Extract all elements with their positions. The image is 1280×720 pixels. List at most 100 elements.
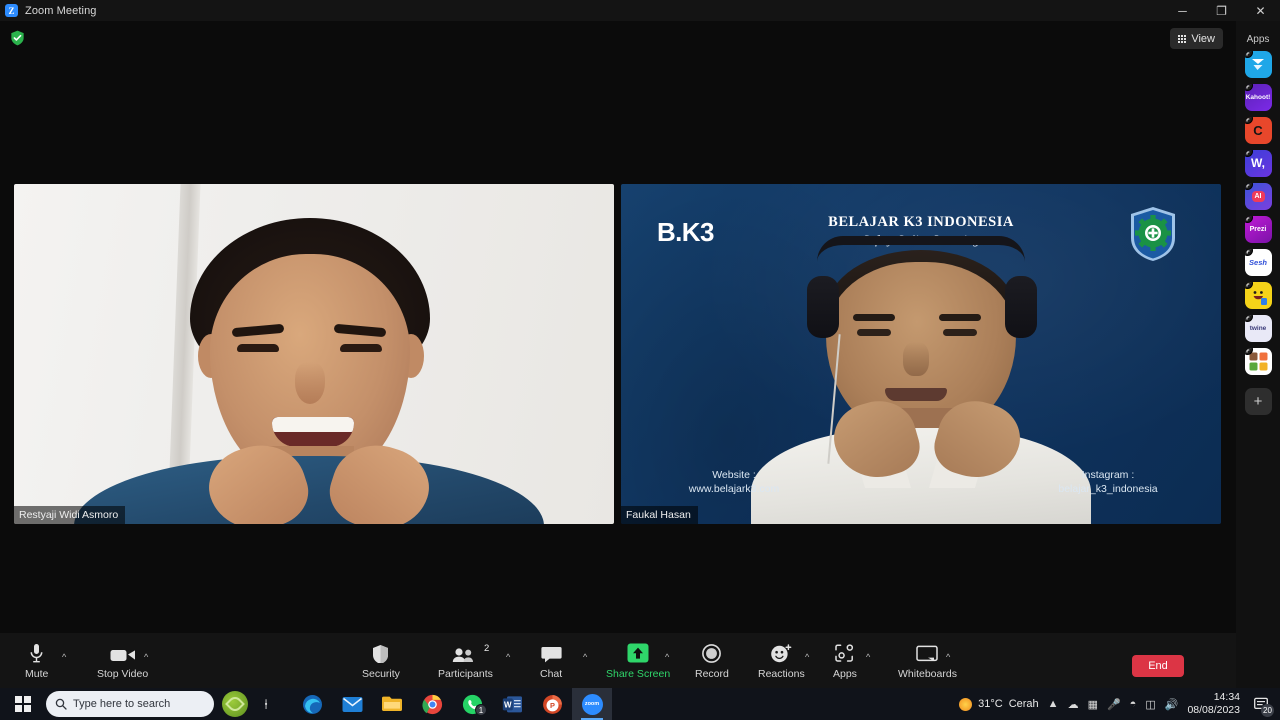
twine-app-icon[interactable]: + twine: [1244, 315, 1272, 342]
title-bar: Z Zoom Meeting ─ ❐ ✕: [0, 0, 1280, 21]
participants-label: Participants: [438, 668, 493, 680]
participant2-eyebrow-right: [939, 314, 981, 321]
windows-start-icon[interactable]: [0, 688, 46, 720]
battery-icon[interactable]: ◫: [1145, 698, 1155, 711]
video-tile-left[interactable]: Restyaji Widi Asmoro: [14, 184, 614, 524]
taskbar-app-zoom[interactable]: zoom: [572, 688, 612, 720]
view-button[interactable]: View: [1170, 28, 1223, 49]
add-app-button[interactable]: +: [1244, 388, 1272, 415]
volume-icon[interactable]: 🔊: [1165, 698, 1179, 711]
weather-widget[interactable]: 31°C Cerah: [959, 697, 1039, 711]
prezi-app-label: Prezi: [1249, 226, 1267, 233]
emoji-yellow-app-icon[interactable]: +: [1244, 282, 1272, 309]
website-info: Website : www.belajark3.com: [649, 468, 819, 496]
share-options-chevron-icon[interactable]: ^: [665, 652, 669, 662]
video-tile-right[interactable]: B.K3 BELAJAR K3 INDONESIA Safety Online …: [621, 184, 1221, 524]
wifi-icon[interactable]: ◓: [1130, 698, 1137, 710]
search-input[interactable]: Type here to search: [46, 691, 214, 717]
system-tray: 31°C Cerah ▲ ☁ ▦ 🎤 ◓ ◫ 🔊 14:34 08/08/202…: [959, 691, 1280, 717]
clock-time: 14:34: [1213, 691, 1240, 703]
orange-c-app-label: C: [1253, 123, 1263, 138]
mute-button[interactable]: Mute: [25, 641, 48, 680]
ai-companion-app-icon[interactable]: + AI: [1244, 183, 1272, 210]
participant2-nose: [903, 342, 929, 376]
minimize-button[interactable]: ─: [1163, 0, 1202, 21]
participant2-eyebrow-left: [853, 314, 895, 321]
add-badge-icon: +: [1244, 117, 1253, 124]
security-label: Security: [362, 668, 400, 680]
taskbar-app-edge[interactable]: [292, 688, 332, 720]
mute-label: Mute: [25, 668, 49, 680]
share-screen-button[interactable]: Share Screen: [606, 641, 670, 680]
paper-plane-app-icon[interactable]: +: [1244, 51, 1272, 78]
eye-right: [340, 344, 382, 352]
taskbar-app-chrome[interactable]: [412, 688, 452, 720]
smiley-plus-icon: [770, 641, 792, 663]
apps-side-rail: Apps + + Kahoot! + C + W, + AI + Prezi +…: [1236, 21, 1280, 688]
taskbar-app-whatsapp[interactable]: 1: [452, 688, 492, 720]
stop-video-button[interactable]: Stop Video: [97, 641, 148, 680]
record-button[interactable]: Record: [695, 641, 729, 680]
k3-safety-gear-shield-icon: [1129, 206, 1177, 262]
whiteboards-options-chevron-icon[interactable]: ^: [946, 652, 950, 662]
apps-button[interactable]: Apps: [833, 641, 857, 680]
participant2-eye-left: [857, 329, 891, 336]
nose: [295, 362, 325, 404]
taskbar-app-mail[interactable]: [332, 688, 372, 720]
headphone-cup-right: [1005, 276, 1037, 338]
teeth: [272, 417, 354, 432]
twine-app-label: twine: [1249, 325, 1267, 332]
chevron-up-icon[interactable]: ▲: [1048, 698, 1059, 710]
maximize-button[interactable]: ❐: [1202, 0, 1241, 21]
device-icon[interactable]: ▦: [1088, 698, 1098, 711]
apps-options-chevron-icon[interactable]: ^: [866, 652, 870, 662]
orange-c-app-icon[interactable]: + C: [1244, 117, 1272, 144]
sesh-app-icon[interactable]: + Sesh: [1244, 249, 1272, 276]
board-grid-app-icon[interactable]: +: [1244, 348, 1272, 375]
instagram-info: Instagram : belajar_k3_indonesia: [1023, 468, 1193, 496]
microphone-icon[interactable]: 🎤: [1107, 698, 1121, 711]
eye-left: [237, 344, 279, 352]
video-tiles: Restyaji Widi Asmoro B.K3 BELAJAR K3 IND…: [14, 184, 1222, 524]
participants-options-chevron-icon[interactable]: ^: [506, 652, 510, 662]
cortana-icon[interactable]: [222, 691, 248, 717]
instagram-value: belajar_k3_indonesia: [1058, 483, 1158, 495]
svg-text:P: P: [550, 701, 555, 710]
encryption-shield-icon[interactable]: [10, 30, 25, 46]
chat-label: Chat: [540, 668, 563, 680]
chat-bubble-icon: [540, 641, 562, 663]
participant-name-left: Restyaji Widi Asmoro: [14, 506, 126, 524]
clock[interactable]: 14:34 08/08/2023: [1187, 691, 1240, 717]
notification-center-icon[interactable]: 20: [1249, 692, 1274, 717]
close-button[interactable]: ✕: [1241, 0, 1280, 21]
onedrive-cloud-icon[interactable]: ☁: [1068, 698, 1079, 711]
taskbar-app-word[interactable]: W: [492, 688, 532, 720]
taskbar-app-powerpoint[interactable]: P: [532, 688, 572, 720]
taskbar-app-file-explorer[interactable]: [372, 688, 412, 720]
apps-icon: [835, 641, 855, 663]
reactions-options-chevron-icon[interactable]: ^: [805, 652, 809, 662]
weather-desc: Cerah: [1008, 698, 1039, 710]
kahoot-app-icon[interactable]: + Kahoot!: [1244, 84, 1272, 111]
windows-taskbar: Type here to search ⍿ 1 W P zoom 31°C Ce…: [0, 688, 1280, 720]
task-view-icon[interactable]: ⍿: [248, 688, 284, 720]
record-circle-icon: [702, 641, 722, 663]
mute-options-chevron-icon[interactable]: ^: [62, 652, 66, 662]
whiteboards-label: Whiteboards: [898, 668, 957, 680]
chat-options-chevron-icon[interactable]: ^: [583, 652, 587, 662]
wordwall-app-icon[interactable]: + W,: [1244, 150, 1272, 177]
website-label: Website :: [712, 469, 756, 481]
end-button[interactable]: End: [1132, 655, 1184, 677]
weather-temp: 31°C: [978, 698, 1003, 710]
headphone-cup-left: [807, 276, 839, 338]
chat-button[interactable]: Chat: [540, 641, 562, 680]
video-options-chevron-icon[interactable]: ^: [144, 652, 148, 662]
view-button-label: View: [1191, 32, 1215, 45]
security-button[interactable]: Security: [362, 641, 400, 680]
reactions-button[interactable]: Reactions: [758, 641, 805, 680]
participant2-mouth: [885, 388, 947, 401]
share-screen-label: Share Screen: [606, 668, 671, 680]
prezi-app-icon[interactable]: + Prezi: [1244, 216, 1272, 243]
whiteboard-icon: [916, 641, 939, 663]
blue-shirt: [74, 456, 544, 524]
